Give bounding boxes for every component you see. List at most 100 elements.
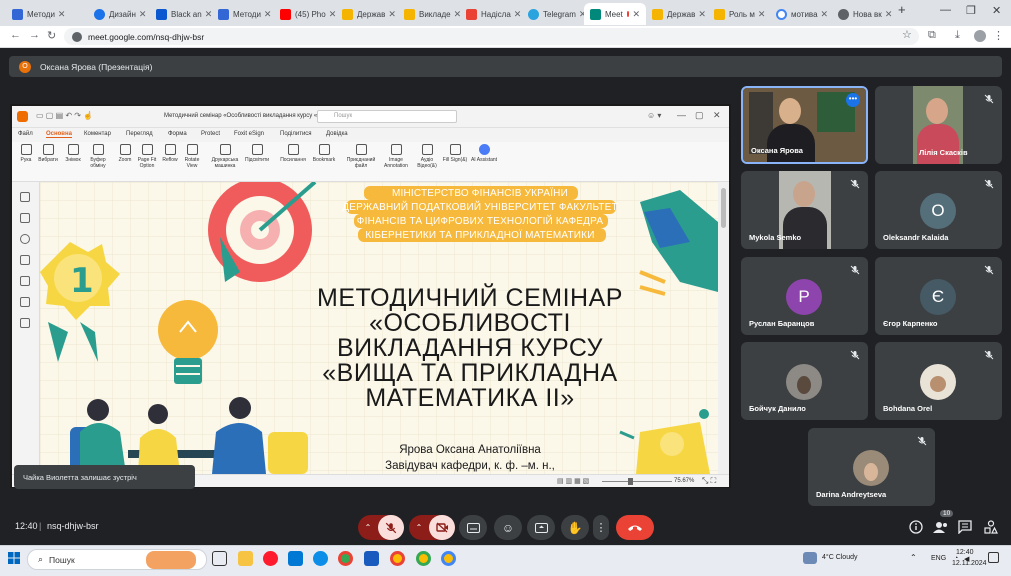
browser-tab[interactable]: Telegram ✕: [522, 3, 584, 25]
security-panel-icon[interactable]: [20, 297, 30, 307]
close-window-icon[interactable]: ✕: [992, 4, 1001, 17]
fill-sign-button[interactable]: Fill Sign(&): [442, 144, 468, 163]
browser-tab[interactable]: мотива ✕: [770, 3, 832, 25]
raise-hand-button[interactable]: ✋: [561, 515, 589, 540]
foxit-maximize-icon[interactable]: ▢: [695, 110, 704, 121]
keyboard-language[interactable]: ENG: [931, 555, 946, 562]
menu-esign[interactable]: Foxit eSign: [234, 131, 264, 137]
menu-home[interactable]: Основна: [46, 131, 72, 138]
tab-close-icon[interactable]: ✕: [329, 9, 336, 20]
zoom-slider-handle[interactable]: [628, 478, 633, 485]
browser-tab[interactable]: Нова вк ✕: [832, 3, 894, 25]
menu-file[interactable]: Файл: [18, 131, 33, 137]
chrome-icon[interactable]: [338, 551, 353, 566]
tab-close-icon[interactable]: ✕: [205, 9, 212, 20]
browser-tab[interactable]: Методи ✕: [6, 3, 68, 25]
attach-file-button[interactable]: Приєднаний файл: [344, 144, 378, 169]
video-options-chevron-icon[interactable]: ⌃: [409, 523, 429, 532]
typewriter-button[interactable]: Друкарська машинка: [208, 144, 242, 169]
browser-tab[interactable]: Викладе ✕: [398, 3, 460, 25]
reload-icon[interactable]: ↻: [47, 29, 56, 42]
zoom-button[interactable]: Zoom: [115, 144, 135, 163]
mic-toggle-button[interactable]: [378, 515, 404, 540]
page-fit-button[interactable]: Page Fit Option: [135, 144, 159, 169]
weather-text[interactable]: 4°C Cloudy: [822, 554, 857, 561]
edge-icon[interactable]: [313, 551, 328, 566]
browser-tab[interactable]: Методи ✕: [212, 3, 274, 25]
view-mode-icons[interactable]: ▤ ▥ ▦ ▧: [557, 477, 589, 485]
chrome-profile-icon[interactable]: [441, 551, 456, 566]
bookmarks-panel-icon[interactable]: [20, 192, 30, 202]
tab-close-icon[interactable]: ✕: [139, 9, 147, 20]
tab-close-icon[interactable]: ✕: [758, 9, 766, 20]
tab-close-icon[interactable]: ✕: [885, 9, 893, 20]
back-icon[interactable]: ←: [10, 29, 21, 41]
minimize-icon[interactable]: —: [940, 4, 951, 16]
participant-tile[interactable]: Bohdana Orel: [875, 342, 1002, 420]
tab-close-icon[interactable]: ✕: [698, 9, 706, 20]
maximize-icon[interactable]: ❐: [966, 4, 976, 17]
zoom-slider[interactable]: [602, 481, 672, 482]
extensions-icon[interactable]: ⧉: [928, 29, 936, 42]
bookmark-button[interactable]: Bookmark: [310, 144, 338, 163]
participant-tile[interactable]: Darina Andreytseva: [808, 428, 935, 506]
browser-tab[interactable]: Дизайн ✕: [88, 3, 150, 25]
select-tool-button[interactable]: Вибрати: [36, 144, 60, 163]
taskbar-search[interactable]: ⌕ Пошук: [27, 549, 207, 570]
participant-tile[interactable]: O Oleksandr Kalaida: [875, 171, 1002, 249]
menu-protect[interactable]: Protect: [201, 131, 220, 137]
participant-tile[interactable]: ••• Оксана Ярова: [741, 86, 868, 164]
highlight-button[interactable]: Підсвітити: [242, 144, 272, 163]
meeting-info-icon[interactable]: [909, 520, 923, 534]
tab-close-icon[interactable]: ✕: [821, 9, 829, 20]
foxit-close-icon[interactable]: ✕: [713, 110, 721, 121]
tray-chevron-icon[interactable]: ⌃: [910, 553, 917, 562]
menu-share[interactable]: Поділитися: [280, 131, 312, 137]
menu-view[interactable]: Перегляд: [126, 131, 153, 137]
taskbar-time[interactable]: 12:40: [956, 549, 974, 556]
mail-icon[interactable]: [288, 551, 303, 566]
scroll-thumb[interactable]: [721, 188, 726, 228]
clipboard-button[interactable]: Буфер обміну: [85, 144, 111, 169]
new-tab-plus-icon[interactable]: +: [898, 2, 906, 17]
tab-close-icon[interactable]: ✕: [632, 9, 640, 20]
weather-icon[interactable]: [803, 552, 817, 564]
rotate-view-button[interactable]: Rotate View: [180, 144, 204, 169]
menu-help[interactable]: Довідка: [326, 131, 348, 137]
browser-tab[interactable]: Роль м ✕: [708, 3, 770, 25]
comments-panel-icon[interactable]: [20, 234, 30, 244]
participant-tile[interactable]: Лілія Скасків: [875, 86, 1002, 164]
foxit-scrollbar[interactable]: [718, 182, 729, 474]
browser-menu-icon[interactable]: ⋮: [993, 29, 1004, 42]
tab-close-icon[interactable]: ✕: [514, 9, 522, 20]
browser-tab-active[interactable]: Meet ✕: [584, 3, 646, 25]
more-options-icon[interactable]: •••: [846, 93, 860, 107]
participant-tile[interactable]: Бойчук Данило: [741, 342, 868, 420]
profile-avatar[interactable]: [974, 30, 986, 42]
bookmark-star-icon[interactable]: ☆: [902, 28, 912, 41]
fit-page-icon[interactable]: ⤡ ⛶: [702, 476, 716, 486]
layers-panel-icon[interactable]: [20, 255, 30, 265]
menu-form[interactable]: Форма: [168, 131, 187, 137]
present-button[interactable]: [527, 515, 555, 540]
foxit-search-input[interactable]: Пошук: [317, 110, 457, 123]
browser-tab[interactable]: Black an ✕: [150, 3, 212, 25]
chrome-profile-icon[interactable]: [416, 551, 431, 566]
participant-tile[interactable]: Mykola Semko: [741, 171, 868, 249]
people-button[interactable]: 10: [933, 510, 954, 534]
link-button[interactable]: Посилання: [278, 144, 308, 163]
site-info-icon[interactable]: [72, 31, 82, 42]
word-icon[interactable]: [364, 551, 379, 566]
attachments-panel-icon[interactable]: [20, 276, 30, 286]
activities-icon[interactable]: [984, 520, 998, 534]
browser-tab[interactable]: (45) Pho ✕: [274, 3, 336, 25]
ai-assistant-button[interactable]: AI Assistant: [470, 144, 498, 163]
reflow-button[interactable]: Reflow: [160, 144, 180, 163]
image-annotation-button[interactable]: Image Annotation: [380, 144, 412, 169]
tab-close-icon[interactable]: ✕: [388, 9, 396, 20]
camera-toggle-button[interactable]: [429, 515, 455, 540]
reactions-button[interactable]: ☺: [494, 515, 522, 540]
captions-button[interactable]: [459, 515, 487, 540]
download-icon[interactable]: ⤓: [955, 29, 960, 42]
audio-options-chevron-icon[interactable]: ⌃: [358, 523, 378, 532]
